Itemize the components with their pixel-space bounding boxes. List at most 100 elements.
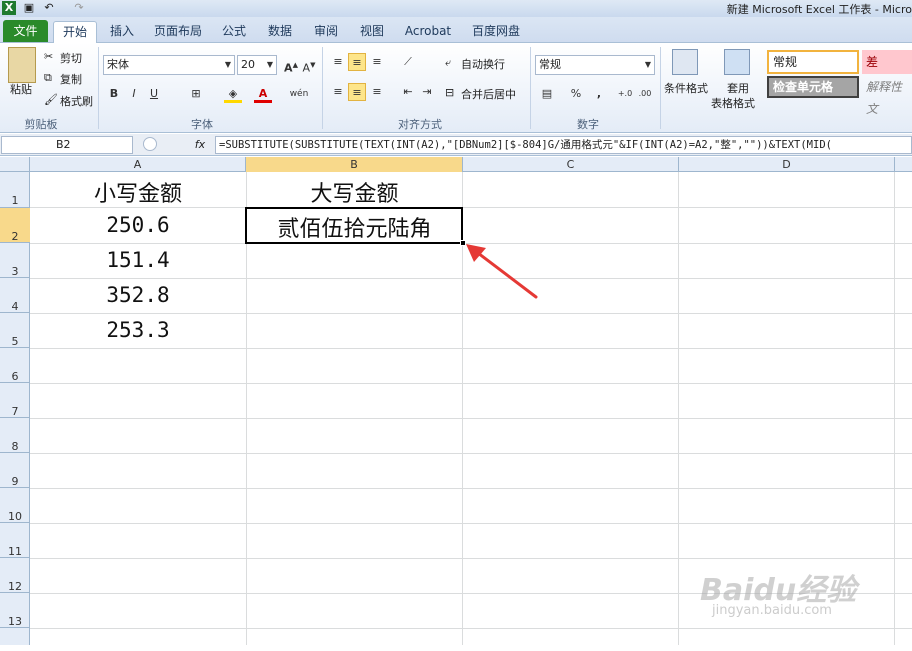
row-header[interactable]: 7 — [0, 383, 30, 418]
font-name-select[interactable]: 宋体 ▼ — [103, 55, 235, 75]
grid-line — [30, 628, 912, 629]
tab-file[interactable]: 文件 — [3, 20, 48, 42]
row-header[interactable]: 8 — [0, 418, 30, 453]
column-header-c[interactable]: C — [463, 157, 679, 172]
style-check-cell[interactable]: 检查单元格 — [767, 76, 859, 98]
chevron-down-icon: ▼ — [644, 60, 651, 69]
row-header[interactable]: 12 — [0, 558, 30, 593]
tab-baidu-netdisk[interactable]: 百度网盘 — [466, 21, 526, 43]
formula-input[interactable]: =SUBSTITUTE(SUBSTITUTE(TEXT(INT(A2),"[DB… — [215, 136, 912, 154]
bold-icon[interactable]: B — [105, 85, 123, 103]
borders-icon[interactable]: ⊞ — [187, 85, 205, 103]
cell-a5[interactable]: 253.3 — [30, 318, 246, 342]
align-top-icon[interactable]: ≡ — [329, 53, 347, 71]
tab-acrobat[interactable]: Acrobat — [400, 21, 456, 43]
window-title: 新建 Microsoft Excel 工作表 - Micro — [726, 3, 912, 16]
excel-logo-icon: X — [2, 1, 16, 15]
align-middle-icon[interactable]: ≡ — [348, 53, 366, 71]
row-header[interactable]: 6 — [0, 348, 30, 383]
style-normal[interactable]: 常规 — [767, 50, 859, 74]
row-header[interactable]: 4 — [0, 278, 30, 313]
redo-icon[interactable]: ↷ — [72, 1, 86, 15]
percent-icon[interactable]: % — [567, 85, 585, 103]
insert-function-icon[interactable]: fx — [190, 136, 210, 154]
paste-button[interactable]: 粘贴 — [10, 81, 32, 97]
cell-a2[interactable]: 250.6 — [30, 213, 246, 237]
row-header[interactable]: 5 — [0, 313, 30, 348]
tab-page-layout[interactable]: 页面布局 — [150, 21, 206, 43]
font-size-select[interactable]: 20 ▼ — [237, 55, 277, 75]
fill-color-icon[interactable]: ◈ — [224, 85, 242, 103]
format-painter-button[interactable]: 格式刷 — [60, 93, 93, 109]
wrap-text-icon[interactable]: ⤶ — [445, 56, 451, 70]
cell-b1[interactable]: 大写金额 — [246, 176, 463, 208]
group-divider — [530, 47, 531, 129]
tab-data[interactable]: 数据 — [262, 21, 298, 43]
undo-icon[interactable]: ↶ — [42, 1, 56, 15]
column-header-a[interactable]: A — [30, 157, 246, 172]
format-painter-icon[interactable]: 🖌 — [44, 93, 58, 106]
conditional-format-icon[interactable] — [672, 49, 698, 75]
align-bottom-icon[interactable]: ≡ — [368, 53, 386, 71]
grid-line — [30, 558, 912, 559]
row-header[interactable]: 10 — [0, 488, 30, 523]
tab-formulas[interactable]: 公式 — [216, 21, 252, 43]
increase-decimal-icon[interactable]: +.0 — [616, 85, 634, 103]
row-header[interactable]: 13 — [0, 593, 30, 628]
number-format-select[interactable]: 常规 ▼ — [535, 55, 655, 75]
style-explanatory[interactable]: 解释性文 — [862, 76, 912, 116]
decrease-decimal-icon[interactable]: .00 — [636, 85, 654, 103]
formula-bar-toggle-icon[interactable] — [143, 137, 157, 151]
copy-icon[interactable]: ⧉ — [44, 71, 52, 85]
comma-style-icon[interactable]: , — [590, 85, 608, 103]
annotation-arrow-icon — [466, 244, 538, 299]
tab-view[interactable]: 视图 — [354, 21, 390, 43]
orientation-icon[interactable]: ⟋ — [399, 53, 417, 71]
copy-button[interactable]: 复制 — [60, 71, 82, 87]
style-bad[interactable]: 差 — [862, 50, 912, 74]
phonetic-icon[interactable]: wén — [288, 85, 310, 103]
cut-button[interactable]: 剪切 — [60, 50, 82, 66]
conditional-format-button[interactable]: 条件格式 — [664, 80, 708, 96]
save-icon[interactable]: ▣ — [22, 1, 36, 15]
baidu-watermark-url: jingyan.baidu.com — [712, 603, 832, 618]
name-box[interactable]: B2 — [1, 136, 133, 154]
grow-font-icon[interactable]: A▲ — [282, 56, 300, 75]
decrease-indent-icon[interactable]: ⇤ — [399, 83, 417, 101]
italic-icon[interactable]: I — [125, 85, 143, 103]
grid-line — [30, 488, 912, 489]
wrap-text-button[interactable]: 自动换行 — [461, 56, 505, 72]
tab-review[interactable]: 审阅 — [308, 21, 344, 43]
font-color-icon[interactable]: A — [254, 85, 272, 103]
row-header[interactable]: 1 — [0, 172, 30, 208]
number-format-value: 常规 — [539, 58, 561, 71]
accounting-format-icon[interactable]: ▤ — [538, 85, 556, 103]
align-left-icon[interactable]: ≡ — [329, 83, 347, 101]
grid-line — [30, 313, 912, 314]
table-format-icon[interactable] — [724, 49, 750, 75]
select-all-corner[interactable] — [0, 157, 30, 172]
tab-insert[interactable]: 插入 — [104, 21, 140, 43]
align-center-icon[interactable]: ≡ — [348, 83, 366, 101]
cell-a3[interactable]: 151.4 — [30, 248, 246, 272]
row-header[interactable]: 9 — [0, 453, 30, 488]
merge-center-button[interactable]: 合并后居中 — [461, 86, 516, 102]
merge-center-icon[interactable]: ⊟ — [445, 86, 454, 99]
underline-icon[interactable]: U — [145, 85, 163, 103]
increase-indent-icon[interactable]: ⇥ — [418, 83, 436, 101]
column-header-d[interactable]: D — [679, 157, 895, 172]
table-format-button-line2[interactable]: 表格格式 — [711, 95, 755, 111]
row-header[interactable]: 11 — [0, 523, 30, 558]
shrink-font-icon[interactable]: A▼ — [300, 56, 318, 75]
align-right-icon[interactable]: ≡ — [368, 83, 386, 101]
column-header-b[interactable]: B — [246, 157, 463, 172]
cell-a1[interactable]: 小写金额 — [30, 176, 246, 208]
row-header[interactable]: 3 — [0, 243, 30, 278]
cut-icon[interactable]: ✂ — [44, 50, 53, 63]
group-divider — [322, 47, 323, 129]
row-header[interactable]: 2 — [0, 208, 30, 243]
cell-a4[interactable]: 352.8 — [30, 283, 246, 307]
table-format-button-line1[interactable]: 套用 — [727, 80, 749, 96]
clipboard-icon[interactable] — [8, 47, 36, 83]
tab-home[interactable]: 开始 — [53, 21, 97, 43]
